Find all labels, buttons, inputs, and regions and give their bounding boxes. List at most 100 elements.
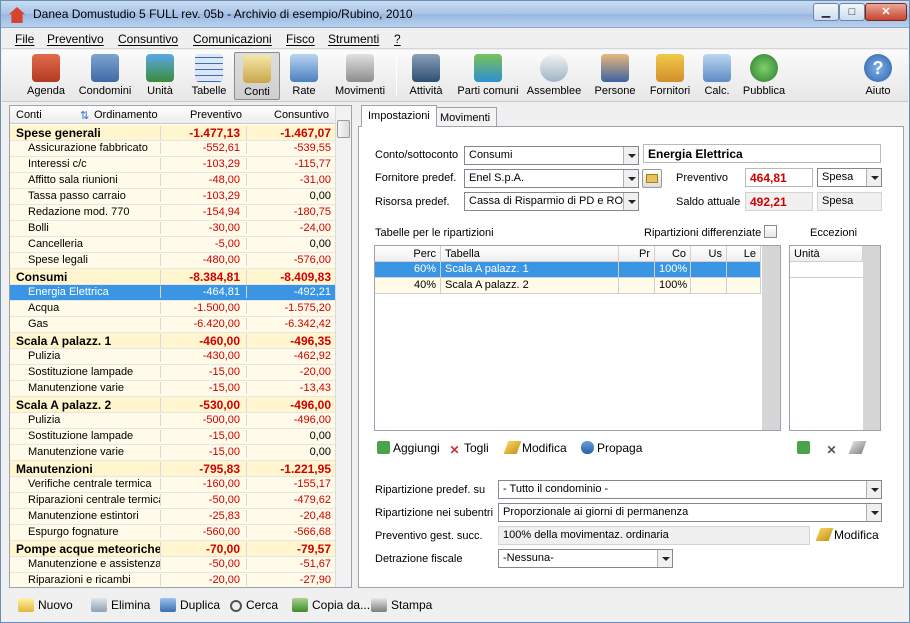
account-row[interactable]: Gas -6.420,00 -6.342,42 (10, 317, 335, 333)
propaga-button[interactable]: Propaga (581, 441, 642, 455)
rip-subentri-select[interactable]: Proporzionale ai giorni di permanenza (498, 503, 882, 522)
account-row[interactable]: Verifiche centrale termica -160,00 -155,17 (10, 477, 335, 493)
rate-button[interactable]: Rate (286, 52, 322, 100)
header-conti[interactable]: Conti (16, 109, 42, 121)
account-row[interactable]: Spese legali -480,00 -576,00 (10, 253, 335, 269)
account-group-row[interactable]: Spese generali -1.477,13 -1.467,07 (10, 125, 335, 141)
account-name-field[interactable]: Energia Elettrica (643, 144, 881, 163)
account-row[interactable]: Cancelleria -5,00 0,00 (10, 237, 335, 253)
remove-eccezione-button[interactable]: ✕ (825, 441, 841, 457)
fornitori-button[interactable]: Fornitori (647, 52, 693, 100)
elimina-button[interactable]: Elimina (91, 598, 150, 612)
ripartizioni-differenziate-checkbox[interactable] (764, 225, 777, 238)
conti-button[interactable]: Conti (234, 52, 280, 100)
modifica-button[interactable]: Modifica (503, 441, 567, 455)
col-pr[interactable]: Pr (619, 246, 655, 262)
col-unita[interactable]: Unità (790, 246, 863, 262)
modifica-prev-succ-button[interactable]: Modifica (815, 528, 879, 542)
account-row[interactable]: Manutenzione e assistenza -50,00 -51,67 (10, 557, 335, 573)
account-row[interactable]: Sostituzione lampade -15,00 0,00 (10, 429, 335, 445)
tabelle-button[interactable]: Tabelle (188, 52, 230, 100)
agenda-button[interactable]: Agenda (24, 52, 68, 100)
account-row[interactable]: Espurgo fognature -560,00 -566,68 (10, 525, 335, 541)
aggiungi-button[interactable]: Aggiungi (377, 441, 440, 455)
close-button[interactable]: ✕ (865, 3, 907, 21)
account-group-row[interactable]: Consumi -8.384,81 -8.409,83 (10, 269, 335, 285)
account-row[interactable]: Pulizia -430,00 -462,92 (10, 349, 335, 365)
persone-button[interactable]: Persone (592, 52, 638, 100)
account-group-row[interactable]: Manutenzioni -795,83 -1.221,95 (10, 461, 335, 477)
calc-button[interactable]: Calc. (702, 52, 732, 100)
add-eccezione-button[interactable] (797, 441, 813, 455)
sort-button[interactable]: Ordinamento (94, 109, 158, 121)
fornitore-select[interactable]: Enel S.p.A. (464, 169, 639, 188)
account-row[interactable]: Tassa passo carraio -103,29 0,00 (10, 189, 335, 205)
tab-movimenti[interactable]: Movimenti (433, 107, 498, 126)
account-row[interactable]: Pulizia -500,00 -496,00 (10, 413, 335, 429)
col-co[interactable]: Co (655, 246, 691, 262)
parti-comuni-button[interactable]: Parti comuni (456, 52, 520, 100)
account-row[interactable]: Interessi c/c -103,29 -115,77 (10, 157, 335, 173)
account-row[interactable]: Manutenzione varie -15,00 -13,43 (10, 381, 335, 397)
account-group-row[interactable]: Pompe acque meteoriche -70,00 -79,57 (10, 541, 335, 557)
movimenti-button[interactable]: Movimenti (332, 52, 388, 100)
col-perc[interactable]: Perc (375, 246, 441, 262)
accounts-scrollbar[interactable] (335, 106, 351, 587)
duplica-button[interactable]: Duplica (160, 598, 220, 612)
copia-da-button[interactable]: Copia da... (292, 598, 370, 612)
col-le[interactable]: Le (727, 246, 761, 262)
eccezioni-scrollbar[interactable] (863, 246, 880, 430)
menu-help[interactable]: ? (394, 32, 401, 46)
preventivo-field[interactable]: 464,81 (745, 168, 813, 187)
account-row[interactable]: Manutenzione estintori -25,83 -20,48 (10, 509, 335, 525)
risorsa-select[interactable]: Cassa di Risparmio di PD e RO (464, 192, 639, 211)
account-row[interactable]: Sostituzione lampade -15,00 -20,00 (10, 365, 335, 381)
account-row[interactable]: Manutenzione varie -15,00 0,00 (10, 445, 335, 461)
col-us[interactable]: Us (691, 246, 727, 262)
account-row[interactable]: Riparazioni e ricambi -20,00 -27,90 (10, 573, 335, 587)
account-group-row[interactable]: Scala A palazz. 1 -460,00 -496,35 (10, 333, 335, 349)
unita-button[interactable]: Unità (142, 52, 178, 100)
account-row[interactable]: Riparazioni centrale termica -50,00 -479,6… (10, 493, 335, 509)
account-row[interactable]: Assicurazione fabbricato -552,61 -539,55 (10, 141, 335, 157)
account-row[interactable]: Acqua -1.500,00 -1.575,20 (10, 301, 335, 317)
menu-consuntivo[interactable]: Consuntivo (118, 32, 178, 46)
conto-select[interactable]: Consumi (464, 146, 639, 165)
account-group-row[interactable]: Scala A palazz. 2 -530,00 -496,00 (10, 397, 335, 413)
menu-strumenti[interactable]: Strumenti (328, 32, 379, 46)
cerca-button[interactable]: Cerca (230, 598, 278, 612)
maximize-button[interactable]: □ (839, 3, 865, 21)
menu-file[interactable]: File (15, 32, 34, 46)
tipo-select[interactable]: Spesa (817, 168, 882, 187)
nuovo-button[interactable]: Nuovo (18, 598, 73, 612)
header-consuntivo[interactable]: Consuntivo (274, 109, 329, 121)
header-preventivo[interactable]: Preventivo (190, 109, 242, 121)
stampa-button[interactable]: Stampa (371, 598, 432, 612)
togli-button[interactable]: ✕ Togli (448, 441, 488, 457)
table-row[interactable]: 60% Scala A palazz. 1 100% (375, 262, 761, 278)
assemblee-button[interactable]: Assemblee (526, 52, 582, 100)
grid-scrollbar[interactable] (762, 246, 780, 430)
account-row[interactable]: Energia Elettrica -464,81 -492,21 (10, 285, 335, 301)
minimize-button[interactable]: ▁ (813, 3, 839, 21)
table-row[interactable]: 40% Scala A palazz. 2 100% (375, 278, 761, 294)
tab-impostazioni[interactable]: Impostazioni (361, 105, 437, 127)
list-item[interactable] (790, 262, 863, 278)
menu-preventivo[interactable]: Preventivo (47, 32, 104, 46)
account-row[interactable]: Affitto sala riunioni -48,00 -31,00 (10, 173, 335, 189)
menu-comunicazioni[interactable]: Comunicazioni (193, 32, 272, 46)
edit-eccezione-button[interactable] (848, 441, 867, 455)
open-fornitore-button[interactable] (642, 169, 662, 188)
account-row[interactable]: Bolli -30,00 -24,00 (10, 221, 335, 237)
rip-predef-select[interactable]: - Tutto il condominio - (498, 480, 882, 499)
col-tabella[interactable]: Tabella (441, 246, 619, 262)
account-row[interactable]: Redazione mod. 770 -154,94 -180,75 (10, 205, 335, 221)
scroll-thumb[interactable] (337, 120, 350, 138)
aiuto-button[interactable]: ? Aiuto (860, 52, 896, 100)
detrazione-select[interactable]: -Nessuna- (498, 549, 673, 568)
pencil-icon (503, 441, 522, 454)
pubblica-button[interactable]: Pubblica (740, 52, 788, 100)
attivita-button[interactable]: Attività (404, 52, 448, 100)
condomini-button[interactable]: Condomini (76, 52, 134, 100)
menu-fisco[interactable]: Fisco (286, 32, 315, 46)
